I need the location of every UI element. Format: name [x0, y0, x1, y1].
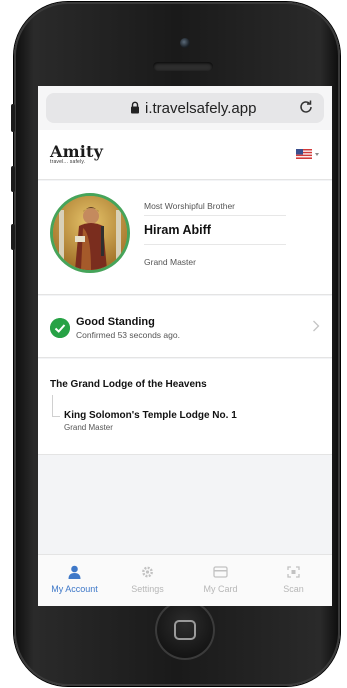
lodge-card: The Grand Lodge of the Heavens King Solo…: [38, 359, 332, 455]
tab-label: My Card: [203, 584, 238, 594]
side-button-mute: [11, 104, 15, 132]
us-flag-language-icon[interactable]: [296, 149, 322, 161]
standing-status: Good Standing: [76, 316, 155, 328]
bottom-tab-bar: My Account Settings My Card Scan: [38, 554, 332, 606]
browser-toolbar: i.travelsafely.app: [38, 86, 332, 130]
standing-row[interactable]: Good Standing Confirmed 53 seconds ago.: [38, 296, 332, 358]
tab-label: Settings: [131, 584, 164, 594]
divider: [144, 244, 286, 245]
speaker-grille: [153, 62, 213, 71]
tab-my-card[interactable]: My Card: [184, 555, 257, 606]
tab-my-account[interactable]: My Account: [38, 555, 111, 606]
lock-icon: [131, 101, 139, 114]
tab-label: My Account: [51, 584, 98, 594]
profile-rank: Grand Master: [144, 257, 196, 267]
profile-name: Hiram Abiff: [144, 223, 211, 237]
person-icon: [68, 565, 81, 579]
url-text: i.travelsafely.app: [145, 100, 257, 117]
phone-screen: i.travelsafely.app Amity travel... safel…: [38, 86, 332, 606]
tab-label: Scan: [283, 584, 304, 594]
tab-scan[interactable]: Scan: [257, 555, 330, 606]
camera-icon: [180, 38, 190, 48]
address-bar[interactable]: i.travelsafely.app: [46, 93, 324, 123]
app-header: Amity travel... safely.: [38, 130, 332, 180]
tab-settings[interactable]: Settings: [111, 555, 184, 606]
tree-connector: [52, 395, 53, 417]
avatar: [50, 193, 130, 273]
card-icon: [213, 566, 228, 578]
subordinate-lodge-name: King Solomon's Temple Lodge No. 1: [64, 410, 237, 421]
check-circle-icon: [50, 318, 70, 338]
amity-logo[interactable]: Amity travel... safely.: [50, 142, 103, 165]
reload-icon[interactable]: [298, 99, 314, 115]
side-button-volume-up: [11, 166, 15, 192]
divider: [144, 215, 286, 216]
standing-confirmed: Confirmed 53 seconds ago.: [76, 330, 180, 340]
grand-lodge-name: The Grand Lodge of the Heavens: [50, 379, 207, 390]
subordinate-lodge-rank: Grand Master: [64, 423, 113, 432]
tree-connector: [52, 416, 60, 417]
profile-title: Most Worshipful Brother: [144, 201, 236, 211]
scan-icon: [287, 566, 300, 578]
gear-icon: [142, 566, 153, 578]
profile-card: Most Worshipful Brother Hiram Abiff Gran…: [38, 181, 332, 295]
home-button-square-icon: [174, 620, 196, 640]
side-button-volume-down: [11, 224, 15, 250]
chevron-right-icon: [313, 320, 320, 332]
